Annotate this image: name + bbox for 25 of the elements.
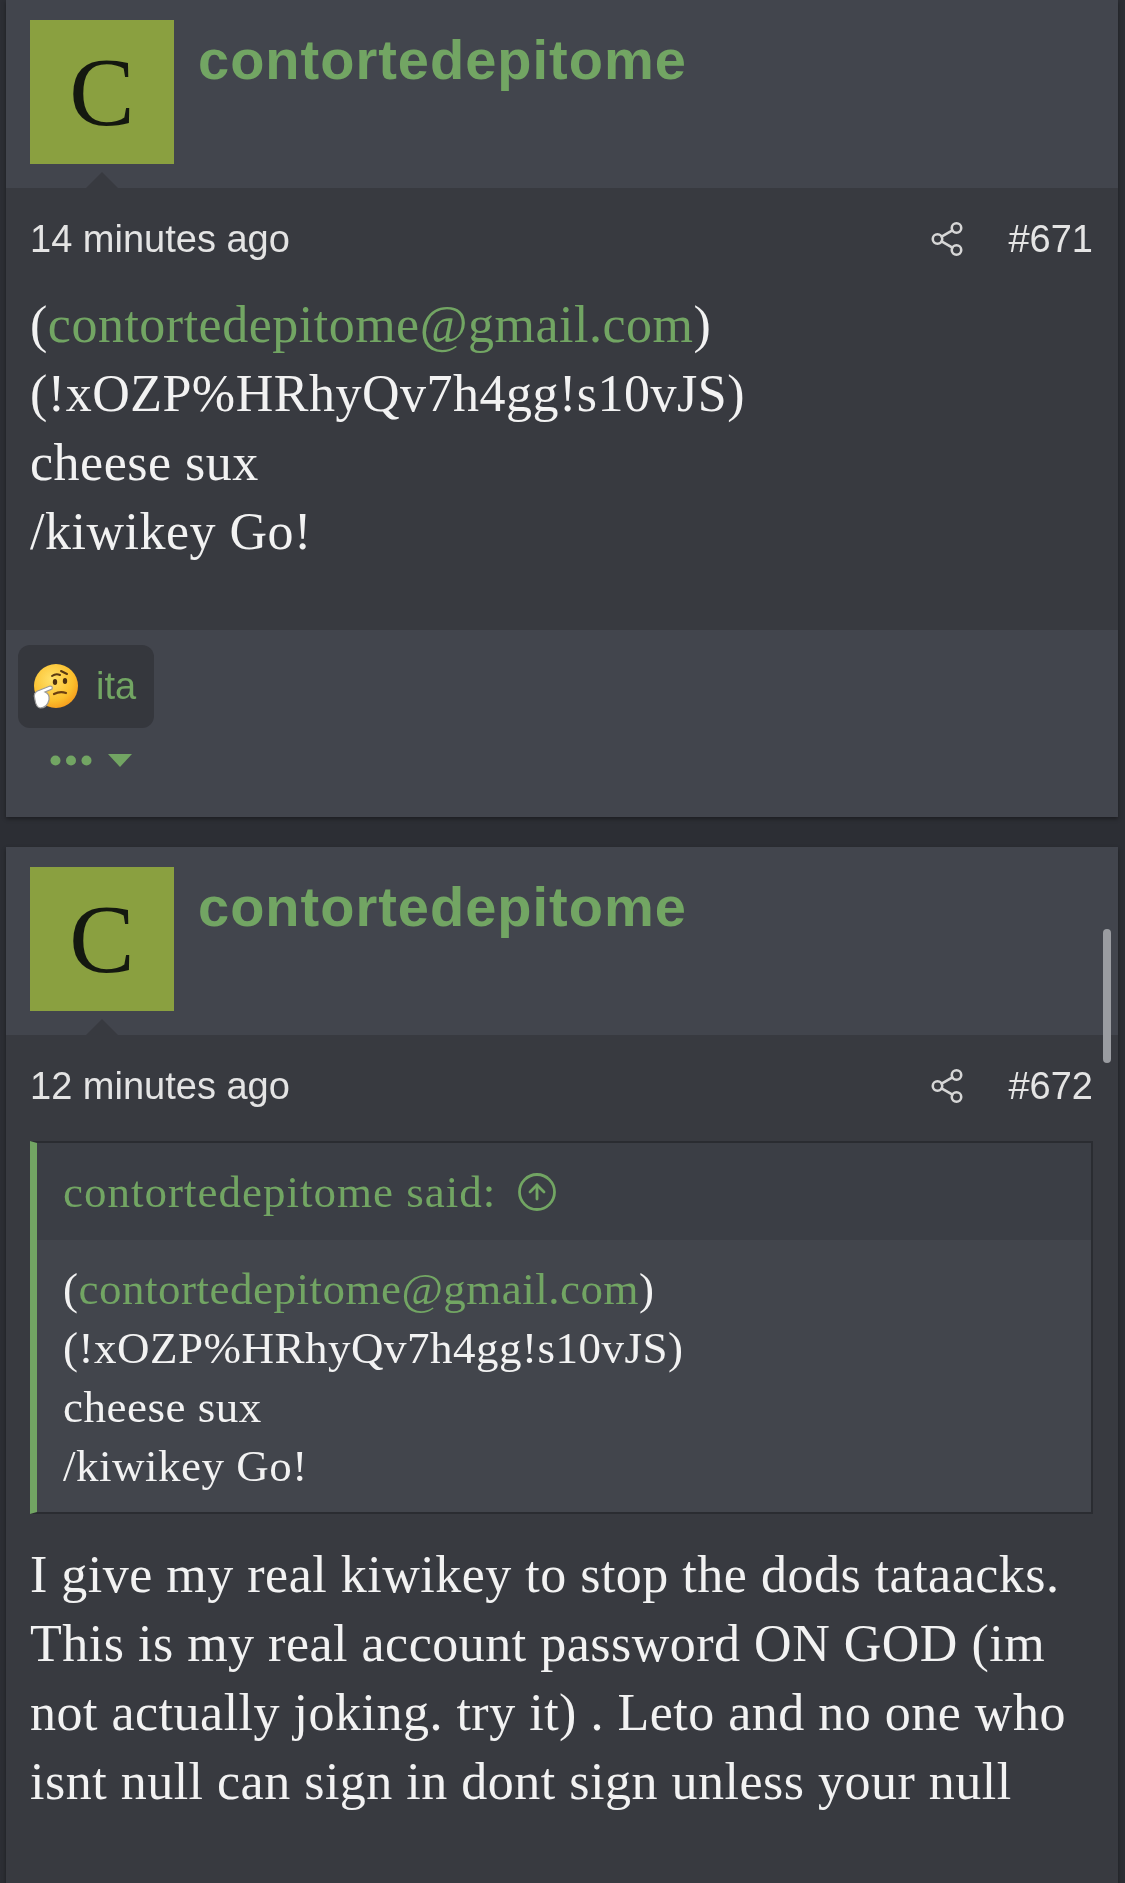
post-paragraph: I give my real kiwikey to stop the dods tataacks. This is my real account password ON GOD (im not actually joking. try it) . Leto and no one who isnt null can sign in dont sign unless your null: [30, 1545, 1067, 1812]
post-text-line: /kiwikey Go!: [63, 1440, 308, 1493]
avatar[interactable]: C: [30, 20, 174, 164]
post-text-line: (contortedepitome@gmail.com): [30, 295, 712, 355]
post-text-line: cheese sux: [30, 433, 259, 493]
post-number-link[interactable]: #672: [1008, 1064, 1093, 1108]
username-link[interactable]: contortedepitome: [198, 26, 687, 94]
timestamp-link[interactable]: 14 minutes ago: [30, 217, 290, 261]
arrow-up-circle-icon[interactable]: [516, 1170, 559, 1213]
avatar[interactable]: C: [30, 867, 174, 1011]
email-link[interactable]: contortedepitome@gmail.com: [47, 296, 694, 353]
post-number-link[interactable]: #671: [1008, 217, 1093, 261]
post-text-line: (contortedepitome@gmail.com): [63, 1263, 655, 1316]
username-link[interactable]: contortedepitome: [198, 873, 687, 941]
timestamp-link[interactable]: 12 minutes ago: [30, 1064, 290, 1108]
more-dots-icon[interactable]: [50, 755, 92, 766]
post-text-line: cheese sux: [63, 1381, 262, 1434]
caret-down-icon[interactable]: [108, 754, 132, 767]
post-text-line: (!xOZP%HRhyQv7h4gg!s10vJS): [63, 1322, 684, 1375]
reaction-button[interactable]: ita: [18, 645, 155, 728]
post-text-line: (!xOZP%HRhyQv7h4gg!s10vJS): [30, 364, 745, 424]
quote-attribution: contortedepitome said:: [63, 1165, 497, 1218]
post-text-line: /kiwikey Go!: [30, 502, 312, 562]
email-link[interactable]: contortedepitome@gmail.com: [78, 1264, 640, 1314]
scrollbar-thumb[interactable]: [1103, 929, 1111, 1063]
